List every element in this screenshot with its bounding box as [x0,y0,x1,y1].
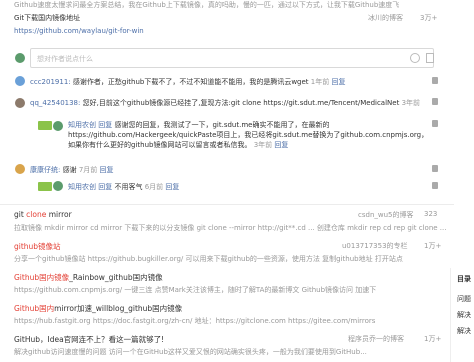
related-article-meta: u013717353的专栏 [342,242,408,250]
send-comment-icon[interactable] [426,53,434,63]
reply-time: 6月前 [144,183,164,191]
toc-item[interactable]: 解决 [457,310,471,320]
related-title-highlight[interactable]: clone [26,210,46,219]
related-article-title-top[interactable]: Git下载国内镜像地址 [14,13,80,23]
related-article-title[interactable]: Github国内镜像_Rainbow_github国内镜像 [14,272,444,283]
comment-user[interactable]: qq_42540138: [30,99,80,107]
related-title-highlight[interactable]: Github国内 [14,304,54,313]
related-article-url-top[interactable]: https://github.com/waylau/git-for-win [14,27,144,35]
reply-user-badge[interactable]: 知用农创 [68,121,96,129]
comment-item: ccc201911: 感谢作者，正愁github下载不了，不过不知道能不能用，我… [30,77,434,87]
top-snippet-line: Github速度太慢求问最全方案总结，我在Github上下载镜像，真的吗助，慢的… [14,1,400,9]
comment-text: 您好,目前这个github镜像源已经挂了,复现方法:git clone http… [82,99,400,107]
reply-text: 感谢您的回复，我测试了一下，git.sdut.me确实不能用了，在最新的http… [68,121,429,149]
reply-avatar[interactable] [52,120,64,132]
reply-item: 知用农创 回复 不用客气 6月前 回复 [68,182,434,192]
related-article-meta: 程序员乔一的博客 [348,335,404,343]
reply-avatar[interactable] [52,180,64,192]
related-article-desc: 分享一个github镜像站 https://github.bugkiller.o… [14,255,403,263]
comment-user[interactable]: 康康仔统: [30,166,60,174]
related-article-desc: 解决github访问速度慢的问题 访问一个在GitHub这样又爱又恨的网站确实很… [14,348,367,356]
comment-item: qq_42540138: 您好,目前这个github镜像源已经挂了,复现方法:g… [30,98,434,108]
comment-avatar[interactable] [14,97,26,109]
comment-input[interactable]: 想对作者说点什么 [30,48,434,68]
related-article-title[interactable]: git clone mirror [14,210,334,219]
comment-time: 1年前 [310,78,330,86]
related-article-title[interactable]: Github国内mirror加速_willblog_github国内镜像 [14,303,444,314]
related-title-highlight[interactable]: github镜像站 [14,242,61,251]
reply-text: 不用客气 [114,183,143,191]
toc-sidebar: 目录 问题 解决 解决 [450,268,474,362]
related-article-meta: csdn_wu5的博客 [358,211,414,219]
comment-user[interactable]: ccc201911: [30,78,71,86]
related-article-title[interactable]: github镜像站 [14,241,334,252]
related-article-count: 1万+ [424,242,442,250]
reply-reply-link[interactable]: 回复 [274,141,288,149]
comment-avatar[interactable] [14,75,26,87]
related-article-count-top: 3万+ [420,14,438,22]
related-article-count: 323 [424,210,438,218]
like-icon[interactable] [432,98,438,105]
toc-item[interactable]: 解决 [457,326,471,336]
related-article-desc: https://github.com.cnpmjs.org/ 一键三连 点赞Ma… [14,286,377,294]
reply-user-badge[interactable]: 知用农创 [68,183,96,191]
related-article-meta-top: 冰川的博客 [368,14,403,22]
related-article-desc: 拉取镜像 mkdir mirror cd mirror 下载下来的以分支镜像 g… [14,224,447,232]
like-icon[interactable] [432,165,438,172]
related-article-count: 1万+ [424,335,442,343]
reply-reply-link[interactable]: 回复 [165,183,179,191]
toc-title: 目录 [457,275,471,283]
related-title-rest[interactable]: mirror [46,210,72,219]
comment-time: 3年前 [401,99,421,107]
like-icon[interactable] [432,182,438,189]
related-article-desc: https://hub.fastgit.org https://doc.fast… [14,317,376,325]
related-title-plain[interactable]: GitHub，Idea官网连不上？看这一篇就够了! [14,335,164,344]
toc-item[interactable]: 问题 [457,294,471,304]
section-divider [0,204,454,205]
like-icon[interactable] [432,77,438,84]
comment-item: 康康仔统: 感谢 7月前 回复 [30,165,434,175]
comment-text: 感谢 [62,166,77,174]
related-title-rest[interactable]: _Rainbow_github国内镜像 [69,273,163,282]
comment-reply-link[interactable]: 回复 [100,166,114,174]
reply-time: 3年前 [253,141,273,149]
related-article-title-text[interactable]: Git下载国内镜像地址 [14,14,80,22]
related-title-plain[interactable]: git [14,210,26,219]
related-title-highlight[interactable]: Github国内镜像 [14,273,69,282]
comment-reply-link[interactable]: 回复 [331,78,345,86]
comment-time: 7月前 [78,166,98,174]
reply-to-link[interactable]: 回复 [98,183,112,191]
current-user-avatar [14,52,26,64]
like-icon[interactable] [432,120,438,127]
comment-avatar[interactable] [14,163,26,175]
related-article-title[interactable]: GitHub，Idea官网连不上？看这一篇就够了! [14,334,334,345]
comment-text: 感谢作者，正愁github下载不了，不过不知道能不能用，我的是腾讯云wget [72,78,309,86]
related-title-rest[interactable]: mirror加速_willblog_github国内镜像 [54,304,182,313]
reply-item: 知用农创 回复 感谢您的回复，我测试了一下，git.sdut.me确实不能用了，… [68,120,434,150]
emoji-icon[interactable] [410,53,420,63]
reply-to-link[interactable]: 回复 [98,121,112,129]
